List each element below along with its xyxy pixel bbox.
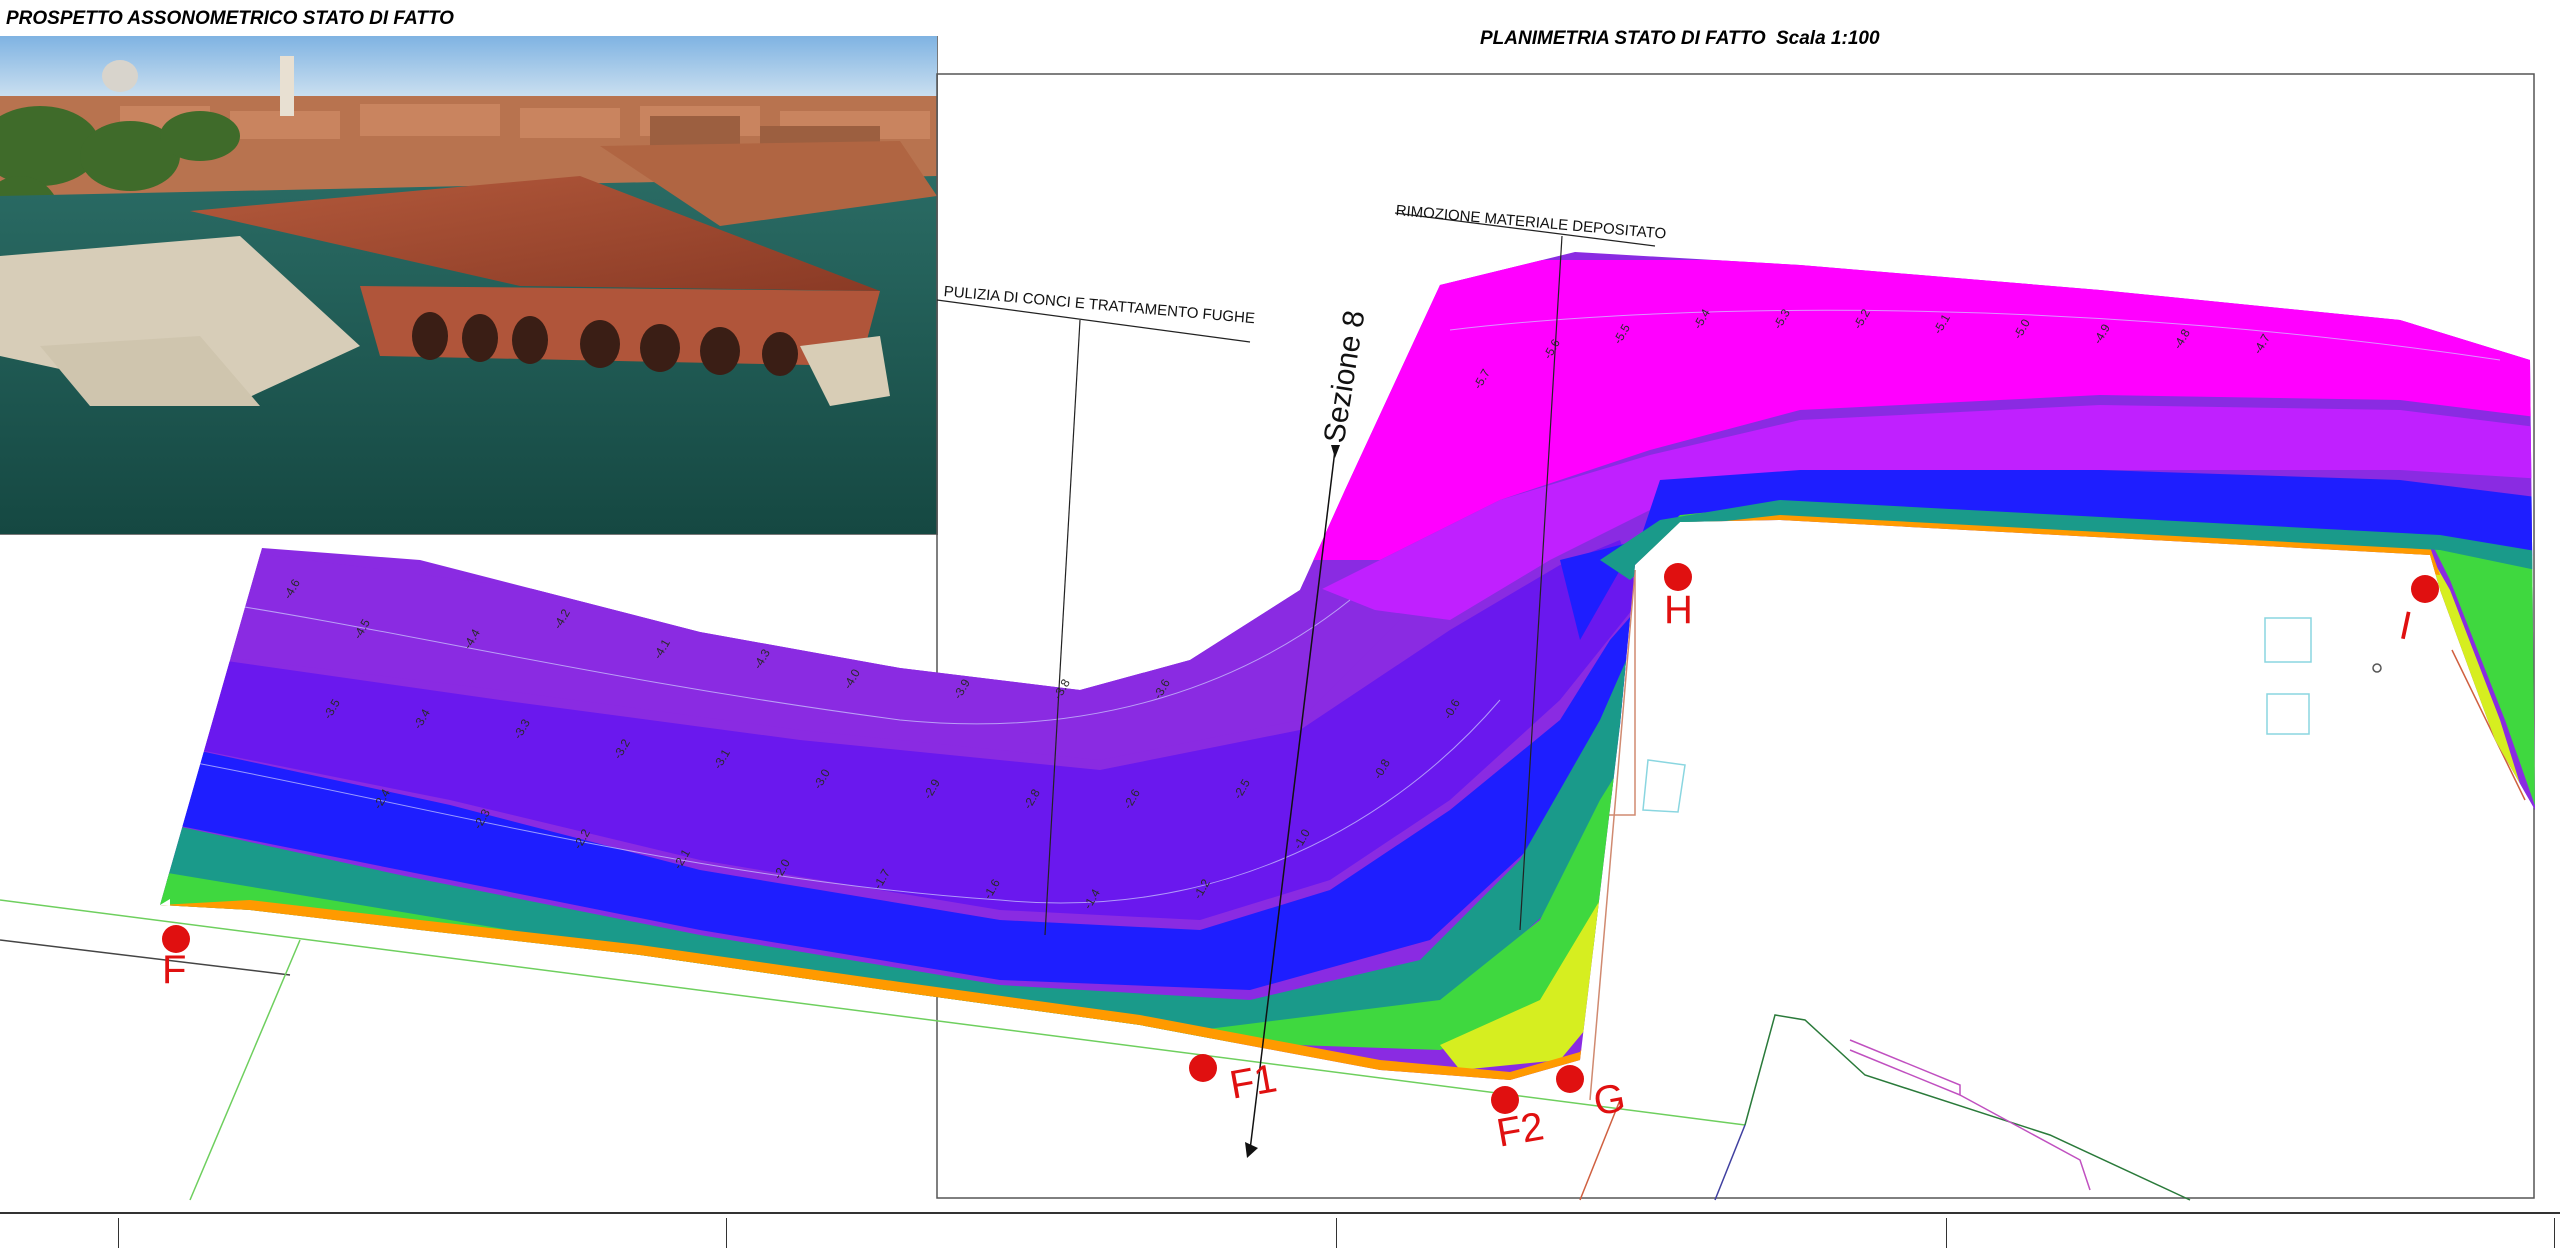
marker-label-f1: F1 — [1226, 1056, 1281, 1108]
section-arrow-top-icon — [1331, 445, 1340, 458]
marker-label-f2: F2 — [1493, 1104, 1548, 1156]
marker-label-h: H — [1664, 588, 1693, 632]
title-block-divider — [118, 1218, 119, 1248]
bathymetric-plan: -4.6-4.5 -4.4-4.2-4.1 -4.3-4.0 -3.9 -3.8 -3.6… — [0, 73, 2535, 1201]
section-arrow-bottom-icon — [1245, 1142, 1258, 1158]
marker-g-dot — [1556, 1065, 1584, 1093]
marker-f1-dot — [1189, 1054, 1217, 1082]
title-block-divider — [2554, 1218, 2555, 1248]
depth-map — [160, 252, 2535, 1080]
marker-label-f: F — [162, 948, 187, 992]
title-block-divider — [726, 1218, 727, 1248]
title-block-divider — [1946, 1218, 1947, 1248]
marker-h-dot — [1664, 563, 1692, 591]
title-block — [0, 1212, 2560, 1250]
title-block-divider — [1336, 1218, 1337, 1248]
marker-i-dot — [2411, 575, 2439, 603]
